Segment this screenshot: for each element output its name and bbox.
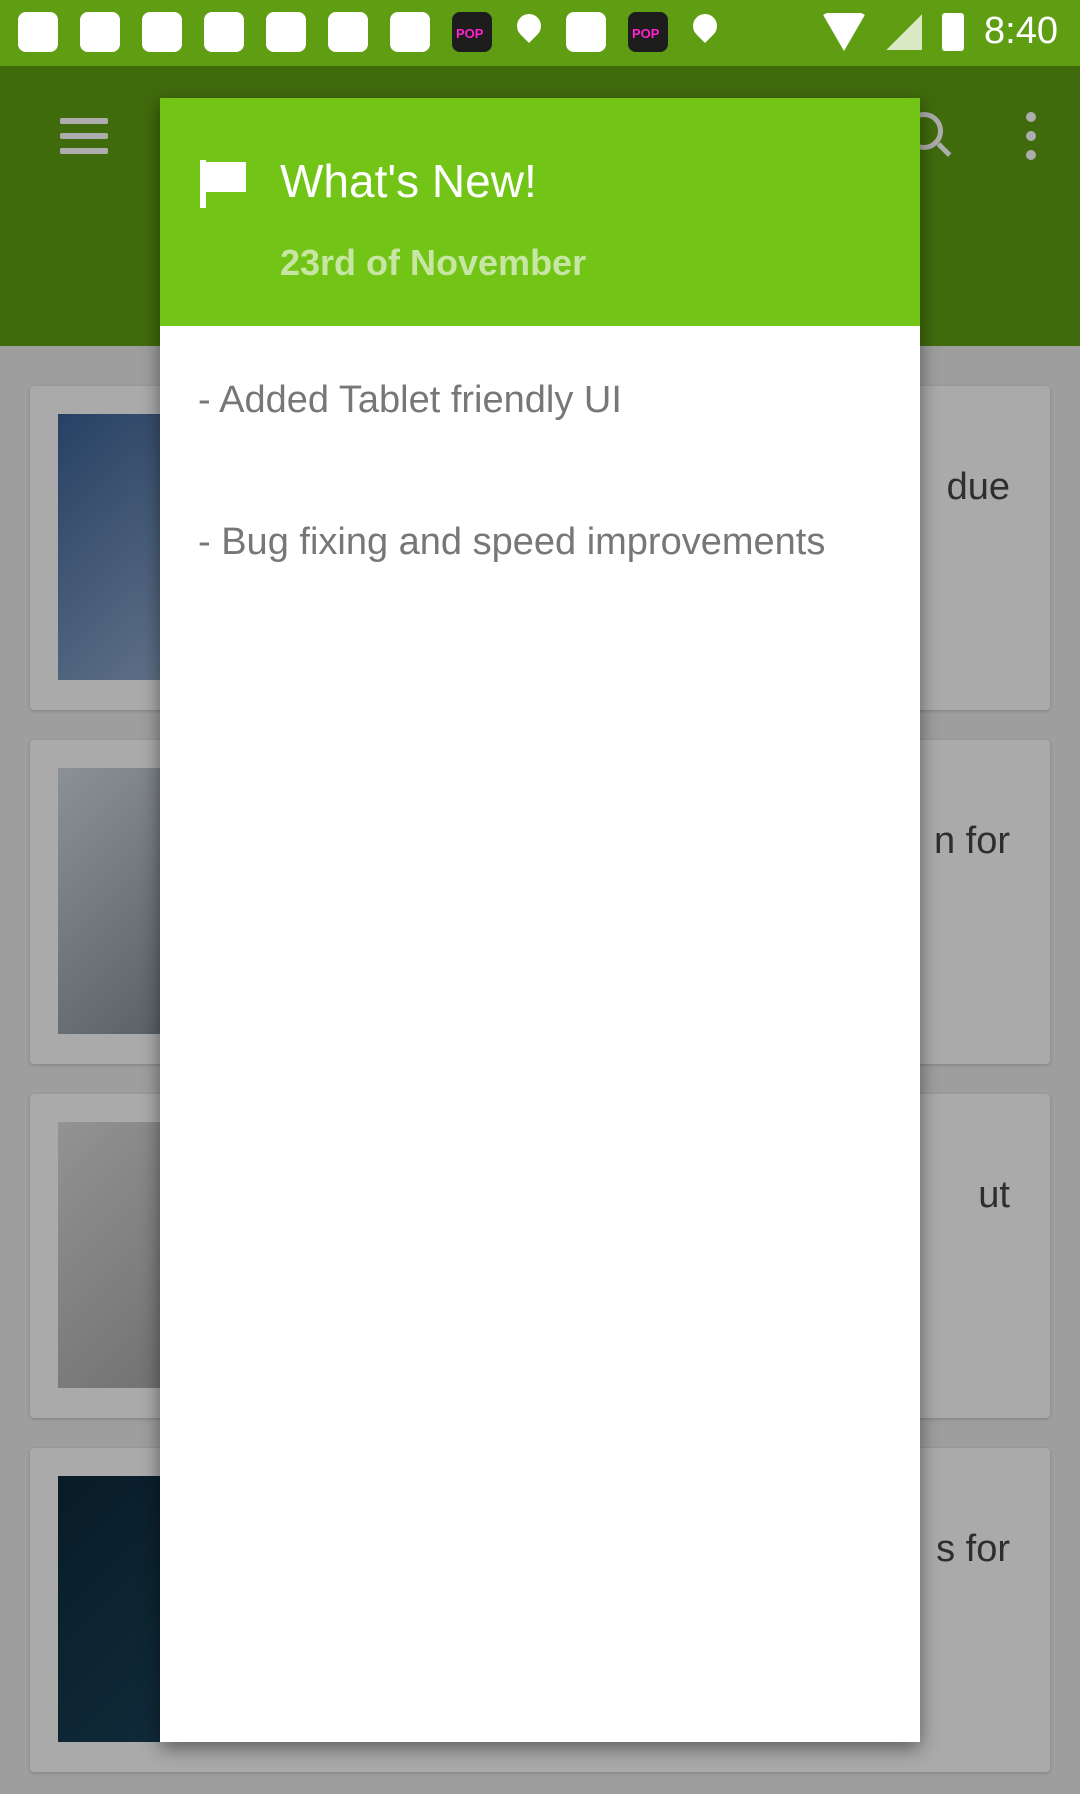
location-pin-icon [690,12,720,52]
whats-new-dialog: What's New! 23rd of November - Added Tab… [160,98,920,1742]
dialog-date: 23rd of November [280,242,587,283]
notification-icon [390,12,430,52]
notification-icon [266,12,306,52]
notification-icons [18,12,720,52]
dialog-title: What's New! [280,155,537,207]
battery-icon [942,12,965,51]
notification-icon [18,12,58,52]
pop-app-icon [452,12,492,52]
notification-icon [142,12,182,52]
dialog-header: What's New! 23rd of November [160,98,920,326]
changelog-list: - Added Tablet friendly UI - Bug fixing … [198,368,878,652]
changelog-item: - Added Tablet friendly UI [198,379,622,421]
notification-icon [204,12,244,52]
status-bar: 8:40 [0,0,1080,66]
pop-app-icon [628,12,668,52]
notification-icon [80,12,120,52]
changelog-item: - Bug fixing and speed improvements [198,521,826,563]
status-time: 8:40 [984,10,1058,52]
notification-icon [328,12,368,52]
flag-icon [200,160,246,208]
cell-signal-icon [886,13,923,50]
location-pin-icon [514,12,544,52]
wifi-icon [822,12,867,51]
notification-icon [566,12,606,52]
